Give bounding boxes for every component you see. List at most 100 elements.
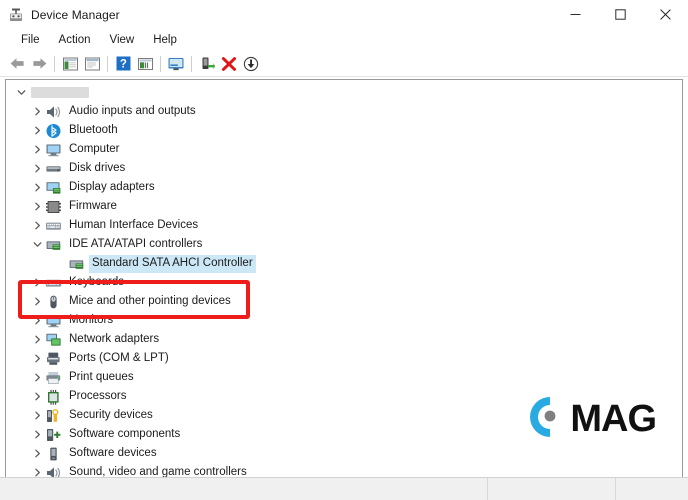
chevron-right-icon[interactable]: [29, 349, 45, 368]
redacted-computer-name: [31, 87, 89, 98]
tree-item-print-queues[interactable]: Print queues: [6, 368, 682, 387]
tree-item-software-devices[interactable]: Software devices: [6, 444, 682, 463]
properties-icon[interactable]: [81, 53, 103, 74]
tree-item-label: Bluetooth: [69, 123, 118, 136]
chevron-right-icon[interactable]: [29, 292, 45, 311]
tree-item-human-interface-devices[interactable]: Human Interface Devices: [6, 216, 682, 235]
device-tree-rows: Audio inputs and outputs Bluetooth Compute…: [6, 102, 682, 477]
title-bar: Device Manager: [0, 0, 688, 29]
chevron-right-icon[interactable]: [29, 273, 45, 292]
update-driver-icon[interactable]: [134, 53, 156, 74]
close-button[interactable]: [643, 0, 688, 29]
enable-device-icon[interactable]: [196, 53, 218, 74]
chevron-right-icon[interactable]: [29, 178, 45, 197]
chevron-right-icon[interactable]: [29, 216, 45, 235]
tree-item-keyboards[interactable]: Keyboards: [6, 273, 682, 292]
back-arrow-icon[interactable]: [6, 53, 28, 74]
toolbar-separator: [191, 55, 192, 72]
tree-item-label: Audio inputs and outputs: [69, 104, 196, 117]
computer-icon: [45, 142, 62, 158]
svg-text:?: ?: [119, 59, 126, 71]
maximize-button[interactable]: [598, 0, 643, 29]
chevron-right-icon[interactable]: [29, 121, 45, 140]
ide-controller-icon: [45, 237, 62, 253]
chevron-down-icon[interactable]: [13, 83, 29, 102]
tree-item-display-adapters[interactable]: Display adapters: [6, 178, 682, 197]
tree-item-label: Human Interface Devices: [69, 218, 199, 231]
menu-item-action[interactable]: Action: [50, 31, 100, 50]
download-icon[interactable]: [240, 53, 262, 74]
tree-item-label: Sound, video and game controllers: [69, 465, 247, 478]
menu-item-help[interactable]: Help: [144, 31, 186, 50]
tree-item-network-adapters[interactable]: Network adapters: [6, 330, 682, 349]
device-manager-window: Device Manager File Action View Help ? A…: [0, 0, 688, 500]
chevron-right-icon[interactable]: [29, 102, 45, 121]
chevron-right-icon[interactable]: [29, 311, 45, 330]
tree-item-label: Ports (COM & LPT): [69, 351, 169, 364]
tree-item-firmware[interactable]: Firmware: [6, 197, 682, 216]
chevron-right-icon[interactable]: [29, 425, 45, 444]
status-bar-cell-1: [487, 478, 615, 500]
tree-item-ports-com-lpt[interactable]: Ports (COM & LPT): [6, 349, 682, 368]
tree-item-label: Network adapters: [69, 332, 160, 345]
processor-icon: [45, 389, 62, 405]
tree-item-label: Mice and other pointing devices: [69, 294, 231, 307]
computer-root-node[interactable]: [6, 83, 682, 102]
device-tree: Audio inputs and outputs Bluetooth Compute…: [6, 80, 682, 477]
tree-item-label: Software devices: [69, 446, 157, 459]
tree-item-label: Security devices: [69, 408, 153, 421]
chevron-right-icon[interactable]: [29, 406, 45, 425]
menu-bar: File Action View Help: [0, 29, 688, 51]
display-adapter-icon: [45, 180, 62, 196]
tree-item-label: Monitors: [69, 313, 114, 326]
disk-drive-icon: [45, 161, 62, 177]
scan-for-hardware-changes-icon[interactable]: [165, 53, 187, 74]
menu-item-view[interactable]: View: [101, 31, 144, 50]
status-bar: [0, 477, 688, 500]
tree-item-bluetooth[interactable]: Bluetooth: [6, 121, 682, 140]
tree-item-software-components[interactable]: Software components: [6, 425, 682, 444]
chevron-right-icon[interactable]: [29, 368, 45, 387]
chevron-right-icon[interactable]: [29, 330, 45, 349]
chevron-right-icon[interactable]: [29, 140, 45, 159]
tree-item-disk-drives[interactable]: Disk drives: [6, 159, 682, 178]
device-tree-pane[interactable]: Audio inputs and outputs Bluetooth Compute…: [5, 79, 683, 477]
tree-item-label: Firmware: [69, 199, 117, 212]
toolbar-separator: [107, 55, 108, 72]
chevron-right-icon[interactable]: [29, 159, 45, 178]
chevron-right-icon[interactable]: [29, 387, 45, 406]
tree-item-label: Processors: [69, 389, 127, 402]
speaker-icon: [45, 465, 62, 477]
forward-arrow-icon[interactable]: [28, 53, 50, 74]
window-title: Device Manager: [31, 7, 120, 22]
tree-item-sound-video-and-game-controllers[interactable]: Sound, video and game controllers: [6, 463, 682, 477]
status-bar-message: [0, 478, 487, 500]
speaker-icon: [45, 104, 62, 120]
chevron-right-icon[interactable]: [29, 463, 45, 477]
toolbar-separator: [54, 55, 55, 72]
tree-item-mice-and-other-pointing-devices[interactable]: Mice and other pointing devices: [6, 292, 682, 311]
network-adapter-icon: [45, 332, 62, 348]
tree-item-security-devices[interactable]: Security devices: [6, 406, 682, 425]
tree-item-standard-sata-ahci-controller[interactable]: Standard SATA AHCI Controller: [6, 254, 682, 273]
tree-item-label: Disk drives: [69, 161, 126, 174]
tree-item-processors[interactable]: Processors: [6, 387, 682, 406]
mouse-icon: [45, 294, 62, 310]
show-hide-console-tree-icon[interactable]: [59, 53, 81, 74]
chevron-right-icon[interactable]: [29, 197, 45, 216]
tree-item-ide-ata-atapi-controllers[interactable]: IDE ATA/ATAPI controllers: [6, 235, 682, 254]
uninstall-device-icon[interactable]: [218, 53, 240, 74]
help-icon[interactable]: ?: [112, 53, 134, 74]
tree-item-monitors[interactable]: Monitors: [6, 311, 682, 330]
tree-item-label: Display adapters: [69, 180, 155, 193]
tree-item-label: Keyboards: [69, 275, 124, 288]
tree-item-audio-inputs-and-outputs[interactable]: Audio inputs and outputs: [6, 102, 682, 121]
menu-item-file[interactable]: File: [12, 31, 49, 50]
chevron-down-icon[interactable]: [29, 235, 45, 254]
chevron-right-icon[interactable]: [29, 444, 45, 463]
software-device-icon: [45, 446, 62, 462]
minimize-button[interactable]: [553, 0, 598, 29]
port-icon: [45, 351, 62, 367]
tree-item-computer[interactable]: Computer: [6, 140, 682, 159]
